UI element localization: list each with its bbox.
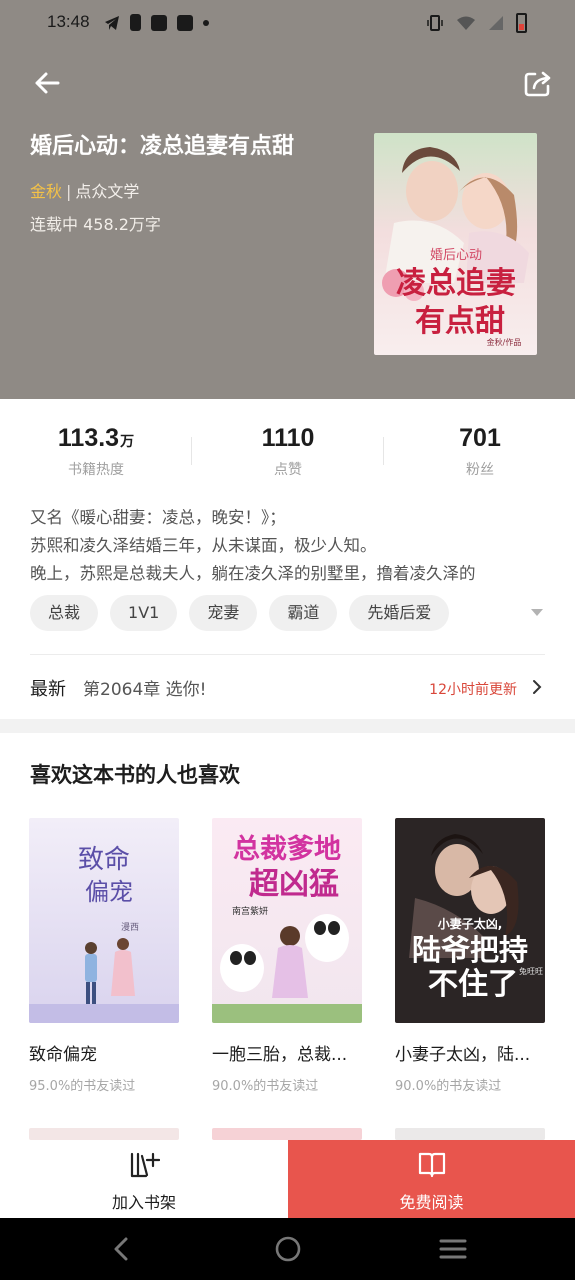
svg-text:偏宠: 偏宠: [85, 878, 133, 906]
recommended-book-card[interactable]: 致命 偏宠 漫西 致命偏宠 95.0%的书友读过: [29, 818, 179, 1094]
signal-icon: [489, 16, 503, 30]
book-title: 婚后心动：凌总追妻有点甜: [30, 134, 295, 159]
status-time: 13:48: [47, 12, 90, 31]
more-notifications-icon: [203, 19, 209, 26]
stat-likes-label: 点赞: [274, 462, 302, 478]
tag-chip[interactable]: 先婚后爱: [349, 595, 450, 631]
tag-chip[interactable]: 1V1: [110, 595, 178, 631]
recommended-book-card[interactable]: 总裁爹地 超凶猛 南宫紫妍 一胞三胎，总裁... 90.0%的书友读过: [212, 818, 362, 1094]
recommended-book-cover: 总裁爹地 超凶猛 南宫紫妍: [212, 818, 362, 1023]
latest-chapter-title: 第2064章 选你!: [83, 680, 207, 700]
cover-credit: 兔旺旺: [519, 966, 543, 976]
book-info-panel: 113.3万 书籍热度 1110 点赞 701 粉丝 又名《暖心甜妻：凌总，晚安…: [0, 399, 575, 719]
book-cover: 婚后心动 凌总追妻 有点甜 金秋/作品: [374, 133, 537, 355]
stat-heat: 113.3万 书籍热度: [0, 424, 192, 479]
system-navigation-bar: [0, 1218, 575, 1280]
recommended-book-cover-partial[interactable]: [212, 1128, 362, 1140]
recommended-book-read-ratio: 95.0%的书友读过: [29, 1079, 136, 1094]
stat-fans: 701 粉丝: [384, 424, 575, 479]
free-read-label: 免费阅读: [399, 1193, 464, 1212]
shopping-bag-icon-2: [177, 14, 193, 31]
recommendations-title: 喜欢这本书的人也喜欢: [30, 763, 240, 787]
book-status: 连载中 458.2万字: [30, 215, 161, 234]
cover-text: 陆爷把持: [412, 933, 528, 967]
stat-heat-unit: 万: [120, 433, 135, 449]
cover-line-1: 婚后心动: [430, 248, 482, 263]
book-header: 13:48 婚后心动：凌总追妻有点甜 金秋|点众文学 连载中 458.2万字: [0, 0, 575, 399]
recommended-book-cover-partial[interactable]: [29, 1128, 179, 1140]
stat-likes: 1110 点赞: [192, 424, 384, 479]
cover-line-3: 有点甜: [415, 304, 505, 339]
add-to-shelf-label: 加入书架: [111, 1193, 176, 1212]
svg-text:超凶猛: 超凶猛: [249, 867, 339, 902]
cover-text: 总裁爹地: [233, 834, 341, 865]
bookshelf-add-icon: [130, 1152, 160, 1178]
notification-icons: [104, 14, 209, 31]
latest-label: 最新: [30, 679, 66, 700]
recommended-book-card[interactable]: 小妻子太凶, 陆爷把持 不住了 兔旺旺 小妻子太凶，陆... 90.0%的书友读…: [395, 818, 545, 1094]
cover-line-2: 凌总追妻: [396, 266, 516, 301]
recommended-book-name: 致命偏宠: [29, 1045, 97, 1065]
publisher-name: 点众文学: [75, 182, 140, 201]
recommended-book-cover: 小妻子太凶, 陆爷把持 不住了 兔旺旺: [395, 818, 545, 1023]
back-arrow-icon[interactable]: [30, 66, 64, 100]
stat-likes-value: 1110: [261, 424, 315, 452]
cover-text: 致命: [78, 845, 130, 875]
cover-credit: 漫西: [121, 921, 139, 933]
stat-heat-value: 113.3: [57, 424, 120, 452]
divider: [30, 654, 545, 655]
free-read-button[interactable]: 免费阅读: [288, 1140, 575, 1218]
nav-back-icon[interactable]: [108, 1235, 136, 1263]
vibrate-icon: [427, 15, 443, 31]
bottom-action-bar: 加入书架 免费阅读: [0, 1140, 575, 1218]
share-icon[interactable]: [521, 66, 555, 100]
wifi-icon: [457, 16, 475, 30]
description-line: 又名《暖心甜妻：凌总，晚安！》；: [30, 508, 286, 527]
recommended-book-cover-partial[interactable]: [395, 1128, 545, 1140]
recommendations-section: 喜欢这本书的人也喜欢 致命 偏宠 漫西 致命偏宠 95.0%的书友读过 总裁爹地…: [0, 733, 575, 1140]
stat-heat-label: 书籍热度: [68, 462, 124, 478]
byline-separator: |: [66, 182, 72, 201]
tag-chip[interactable]: 宠妻: [189, 595, 258, 631]
nav-home-icon[interactable]: [274, 1235, 302, 1263]
stat-fans-value: 701: [459, 424, 501, 452]
recommended-book-read-ratio: 90.0%的书友读过: [395, 1079, 502, 1094]
recommended-book-name: 一胞三胎，总裁...: [212, 1045, 348, 1065]
recommended-book-read-ratio: 90.0%的书友读过: [212, 1079, 319, 1094]
tag-chip[interactable]: 总裁: [30, 595, 99, 631]
author-name[interactable]: 金秋: [30, 182, 62, 201]
book-description[interactable]: 又名《暖心甜妻：凌总，晚安！》； 苏熙和凌久泽结婚三年，从未谋面，极少人知。 晚…: [30, 504, 545, 588]
latest-chapter-row[interactable]: 最新 第2064章 选你! 12小时前更新: [30, 671, 545, 705]
nav-menu-icon[interactable]: [438, 1235, 468, 1263]
stat-fans-label: 粉丝: [466, 462, 494, 478]
battery-icon: [516, 13, 527, 33]
description-line: 苏熙和凌久泽结婚三年，从未谋面，极少人知。: [30, 536, 377, 555]
tag-list: 总裁 1V1 宠妻 霸道 先婚后爱: [30, 595, 450, 631]
svg-text:不住了: 不住了: [428, 967, 518, 1002]
add-to-shelf-button[interactable]: 加入书架: [0, 1140, 288, 1218]
recommended-book-name: 小妻子太凶，陆...: [395, 1045, 531, 1065]
status-bar: 13:48: [0, 0, 575, 48]
chevron-right-icon: [533, 680, 542, 694]
tag-chip[interactable]: 霸道: [269, 595, 338, 631]
latest-update-time: 12小时前更新: [429, 682, 517, 698]
system-status-icons: [426, 13, 527, 33]
telegram-icon: [105, 15, 119, 30]
expand-tags-icon[interactable]: [531, 609, 543, 616]
cover-subtitle: 小妻子太凶,: [438, 916, 503, 931]
cover-credit: 金秋/作品: [487, 337, 522, 347]
description-line: 晚上，苏熙是总裁夫人，躺在凌久泽的别墅里，撸着凌久泽的: [30, 564, 476, 583]
battery-alert-icon: [130, 14, 141, 31]
cover-credit: 南宫紫妍: [232, 905, 268, 917]
recommended-book-cover: 致命 偏宠 漫西: [29, 818, 179, 1023]
open-book-icon: [418, 1152, 445, 1178]
book-byline: 金秋 | 点众文学: [30, 178, 139, 202]
shopping-bag-icon: [151, 14, 167, 31]
